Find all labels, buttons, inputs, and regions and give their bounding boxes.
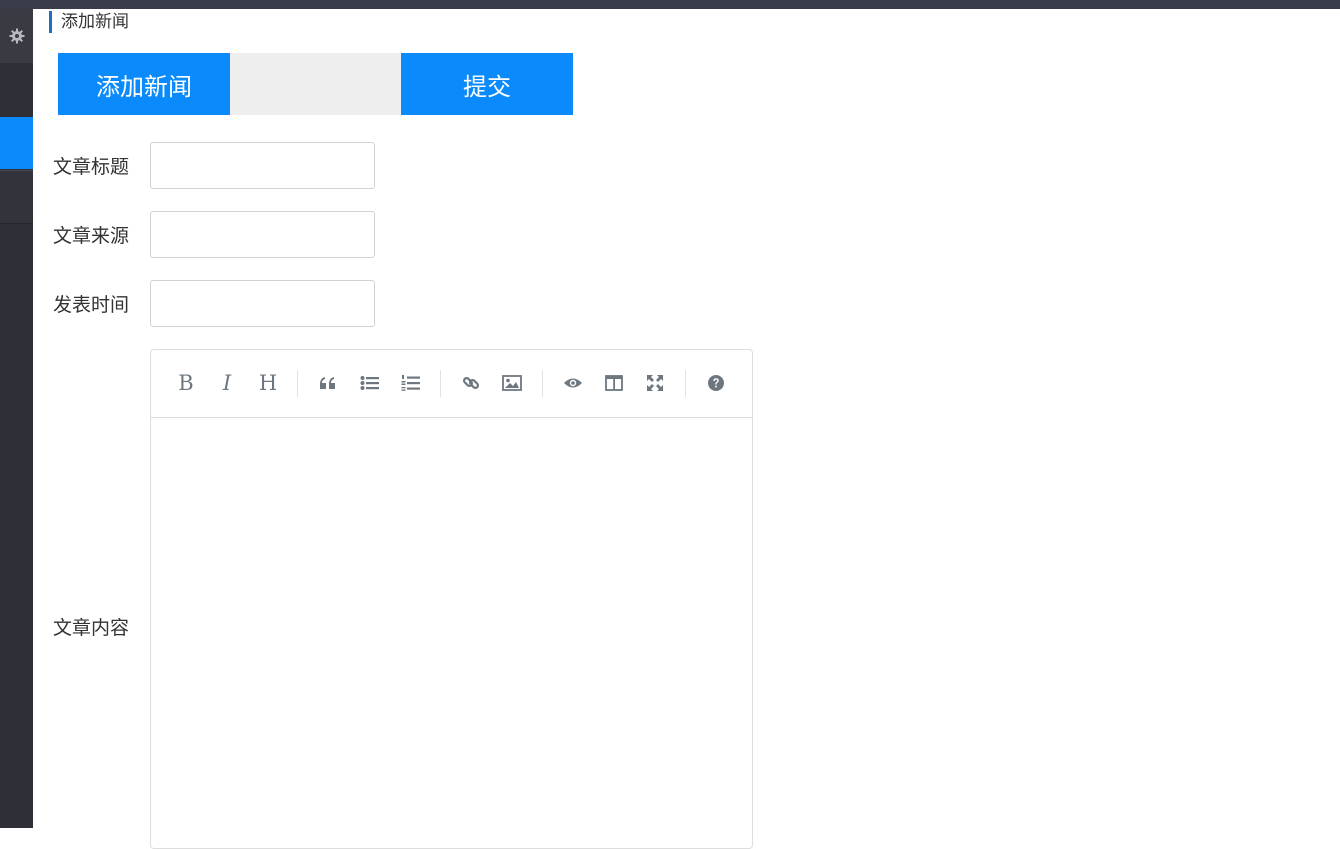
toolbar-separator [440,370,441,397]
submit-button[interactable]: 提交 [401,53,573,115]
time-label: 发表时间 [53,294,130,316]
editor-textarea[interactable] [151,418,752,848]
editor-toolbar: B I H [151,350,752,418]
link-icon[interactable] [456,368,486,398]
source-input[interactable] [150,211,375,258]
toolbar-separator [685,370,686,397]
main-content: 添加新闻 添加新闻 提交 文章标题 文章来源 发表时间 文章内容 B I H [33,9,1340,849]
italic-icon[interactable]: I [212,368,242,398]
breadcrumb: 添加新闻 [49,11,129,33]
unordered-list-icon[interactable] [355,368,385,398]
title-input[interactable] [150,142,375,189]
sidebar-item-active[interactable] [0,117,33,169]
help-icon[interactable] [701,368,731,398]
sidebar-item[interactable] [0,170,33,224]
sidebar [0,9,33,828]
gear-icon [9,28,24,44]
toolbar-separator [297,370,298,397]
source-label: 文章来源 [53,225,130,247]
add-news-button[interactable]: 添加新闻 [58,53,230,115]
fullscreen-icon[interactable] [640,368,670,398]
content-label: 文章内容 [53,617,130,639]
side-by-side-icon[interactable] [599,368,629,398]
title-label: 文章标题 [53,156,130,178]
markdown-editor: B I H [150,349,753,849]
time-input[interactable] [150,280,375,327]
settings-menu[interactable] [0,9,33,63]
ordered-list-icon[interactable] [396,368,426,398]
top-bar [0,0,1340,9]
image-icon[interactable] [497,368,527,398]
toolbar-separator [542,370,543,397]
bold-icon[interactable]: B [171,368,201,398]
heading-icon[interactable]: H [253,368,283,398]
preview-icon[interactable] [558,368,588,398]
button-spacer [230,53,401,115]
sidebar-item[interactable] [0,63,33,118]
quote-icon[interactable] [313,368,343,398]
